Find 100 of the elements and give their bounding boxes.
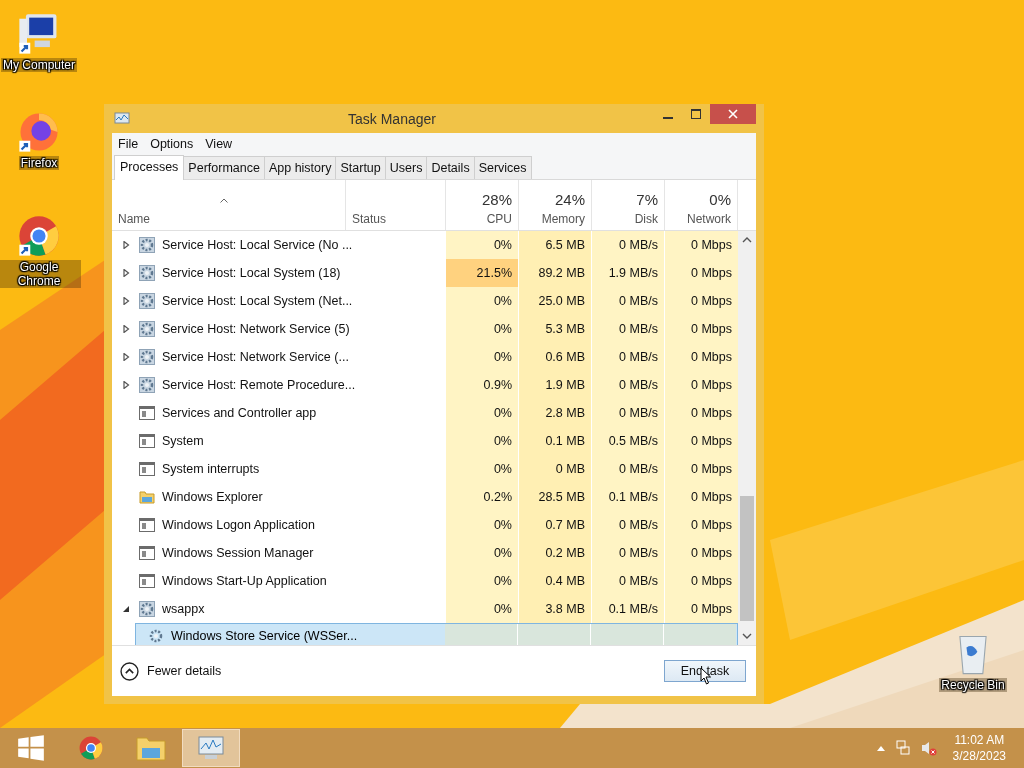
monitor-chart-icon [196,734,226,762]
process-name: Windows Logon Application [162,518,315,532]
window-icon [139,517,155,533]
process-name: Service Host: Local System (Net... [162,294,353,308]
gear-icon [139,321,155,337]
gear-icon [139,293,155,309]
process-name: Services and Controller app [162,406,317,420]
disk-value: 0 MB/s [619,518,658,532]
window-icon [139,405,155,421]
column-header[interactable]: Network [687,212,731,226]
tab[interactable]: Services [473,156,532,179]
column-total: 0% [709,191,731,208]
memory-value: 0.6 MB [545,350,585,364]
collapse-chevron-icon [120,661,139,681]
selected-row[interactable]: Windows Store Service (WSSer... [135,623,738,645]
speaker-muted-icon[interactable] [920,740,937,756]
window-icon [139,573,155,589]
disk-value: 0 MB/s [619,350,658,364]
network-value: 0 Mbps [691,378,732,392]
memory-value: 89.2 MB [538,266,585,280]
disk-value: 0.1 MB/s [608,602,658,616]
expand-arrow-icon[interactable] [122,605,130,613]
column-header[interactable]: Disk [634,212,658,226]
process-name: Windows Start-Up Application [162,574,327,588]
window-icon [139,461,155,477]
memory-value: 6.5 MB [545,238,585,252]
disk-value: 0 MB/s [619,574,658,588]
cpu-value: 0% [493,518,512,532]
fewer-details-button[interactable]: Fewer details [120,661,222,681]
tab[interactable]: Details [426,156,475,179]
memory-value: 3.8 MB [545,602,585,616]
expand-arrow-icon[interactable] [122,297,130,305]
cpu-value: 0% [493,406,512,420]
folder-icon [139,489,155,505]
column-total: 24% [554,191,585,208]
process-name: Windows Explorer [162,490,263,504]
disk-value: 0 MB/s [619,378,658,392]
gear-icon [139,349,155,365]
close-icon [728,109,738,119]
tab[interactable]: Processes [114,155,185,180]
disk-value: 1.9 MB/s [608,266,658,280]
gear-icon [139,601,155,617]
cpu-value: 0% [493,434,512,448]
cpu-value: 0% [493,238,512,252]
process-name: Service Host: Network Service (... [162,350,349,364]
process-name: System [162,434,204,448]
disk-value: 0 MB/s [619,322,658,336]
network-value: 0 Mbps [691,350,732,364]
vertical-scrollbar[interactable] [738,231,756,645]
network-value: 0 Mbps [691,294,732,308]
network-value: 0 Mbps [691,238,732,252]
memory-value: 0.1 MB [545,434,585,448]
disk-value: 0 MB/s [619,238,658,252]
tab[interactable]: Performance [183,156,265,179]
menu-item[interactable]: Options [144,137,200,151]
expand-arrow-icon[interactable] [122,353,130,361]
network-value: 0 Mbps [691,462,732,476]
process-name: Windows Store Service (WSSer... [171,628,358,643]
clock-time: 11:02 AM [954,732,1005,748]
column-header[interactable]: Status [352,212,387,226]
gear-icon [139,377,155,393]
process-name: Windows Session Manager [162,546,314,560]
memory-value: 0.4 MB [545,574,585,588]
column-header[interactable]: CPU [486,212,512,226]
column-header[interactable]: Memory [541,212,585,226]
maximize-icon [691,109,701,119]
expand-arrow-icon[interactable] [122,241,130,249]
cpu-value: 0% [493,322,512,336]
menu-item[interactable]: File [112,137,145,151]
scroll-up-icon[interactable] [742,237,752,243]
process-name: Service Host: Local System (18) [162,266,341,280]
show-hidden-icons-icon[interactable] [876,745,885,751]
process-name: System interrupts [162,462,260,476]
scroll-down-icon[interactable] [742,633,752,639]
cpu-value: 0% [493,546,512,560]
cpu-value: 0% [493,574,512,588]
gear-icon [148,627,164,644]
network-value: 0 Mbps [691,434,732,448]
scrollbar-thumb[interactable] [740,496,754,621]
expand-arrow-icon[interactable] [122,381,130,389]
menu-item[interactable]: View [199,137,239,151]
process-name: Service Host: Remote Procedure... [162,378,356,392]
tab[interactable]: Users [384,156,428,179]
column-total: 7% [636,191,658,208]
tab[interactable]: App history [263,156,337,179]
memory-value: 0.2 MB [545,546,585,560]
process-name: wsappx [162,602,205,616]
disk-value: 0.1 MB/s [608,490,658,504]
expand-arrow-icon[interactable] [122,325,130,333]
tab[interactable]: Startup [335,156,386,179]
network-value: 0 Mbps [691,406,732,420]
disk-value: 0.5 MB/s [608,434,658,448]
network-value: 0 Mbps [691,602,732,616]
column-header[interactable]: Name [118,212,150,226]
process-name: Service Host: Local Service (No ... [162,238,353,252]
network-value: 0 Mbps [691,518,732,532]
memory-value: 0 MB [555,462,585,476]
disk-value: 0 MB/s [619,294,658,308]
gear-icon [139,265,155,281]
expand-arrow-icon[interactable] [122,269,130,277]
